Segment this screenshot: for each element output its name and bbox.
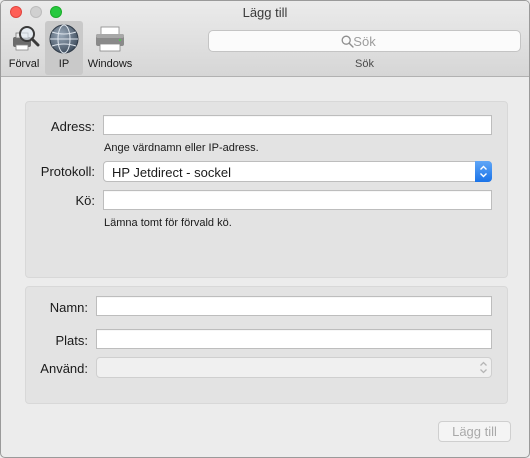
address-input[interactable] xyxy=(104,116,491,134)
search-caption: Sök xyxy=(355,58,374,70)
toolbar: Lägg till Förval IP Windows Sök Sök xyxy=(1,1,529,77)
location-field[interactable] xyxy=(96,329,492,349)
window-title: Lägg till xyxy=(242,5,288,20)
address-label: Adress: xyxy=(50,119,95,134)
search-field[interactable] xyxy=(208,30,521,52)
location-input[interactable] xyxy=(97,330,491,348)
name-field[interactable] xyxy=(96,296,492,316)
default-printer-icon xyxy=(13,26,40,51)
location-label: Plats: xyxy=(55,333,88,348)
add-button[interactable]: Lägg till xyxy=(438,421,511,442)
search-input[interactable] xyxy=(209,31,520,51)
add-printer-window: Lägg till Förval IP Windows Sök Sök Adre… xyxy=(0,0,530,458)
toolbar-item-default[interactable]: Förval xyxy=(5,21,43,75)
name-label: Namn: xyxy=(49,300,88,315)
address-hint: Ange värdnamn eller IP-adress. xyxy=(104,142,259,154)
queue-label: Kö: xyxy=(75,193,95,208)
up-down-chevron-icon xyxy=(480,165,487,178)
globe-icon xyxy=(49,24,79,54)
up-down-chevron-icon xyxy=(480,361,487,374)
use-select[interactable] xyxy=(96,357,492,378)
queue-hint: Lämna tomt för förvald kö. xyxy=(104,217,232,229)
queue-field[interactable] xyxy=(103,190,492,210)
queue-input[interactable] xyxy=(104,191,491,209)
name-input[interactable] xyxy=(97,297,491,315)
protocol-value: HP Jetdirect - sockel xyxy=(112,165,231,180)
toolbar-item-ip[interactable]: IP xyxy=(45,21,83,75)
toolbar-item-windows[interactable]: Windows xyxy=(86,21,134,75)
protocol-label: Protokoll: xyxy=(40,164,95,179)
toolbar-item-label: Förval xyxy=(8,58,40,70)
popup-stepper xyxy=(475,161,492,182)
address-field[interactable] xyxy=(103,115,492,135)
toolbar-item-label: Windows xyxy=(87,58,133,70)
windows-printer-icon xyxy=(96,26,124,52)
protocol-select[interactable]: HP Jetdirect - sockel xyxy=(103,161,492,182)
toolbar-item-label: IP xyxy=(58,58,70,70)
printer-details-panel: Namn: Plats: Använd: xyxy=(25,286,508,404)
use-label: Använd: xyxy=(40,361,88,376)
connection-panel: Adress: Ange värdnamn eller IP-adress. P… xyxy=(25,101,508,278)
popup-stepper xyxy=(475,357,492,378)
